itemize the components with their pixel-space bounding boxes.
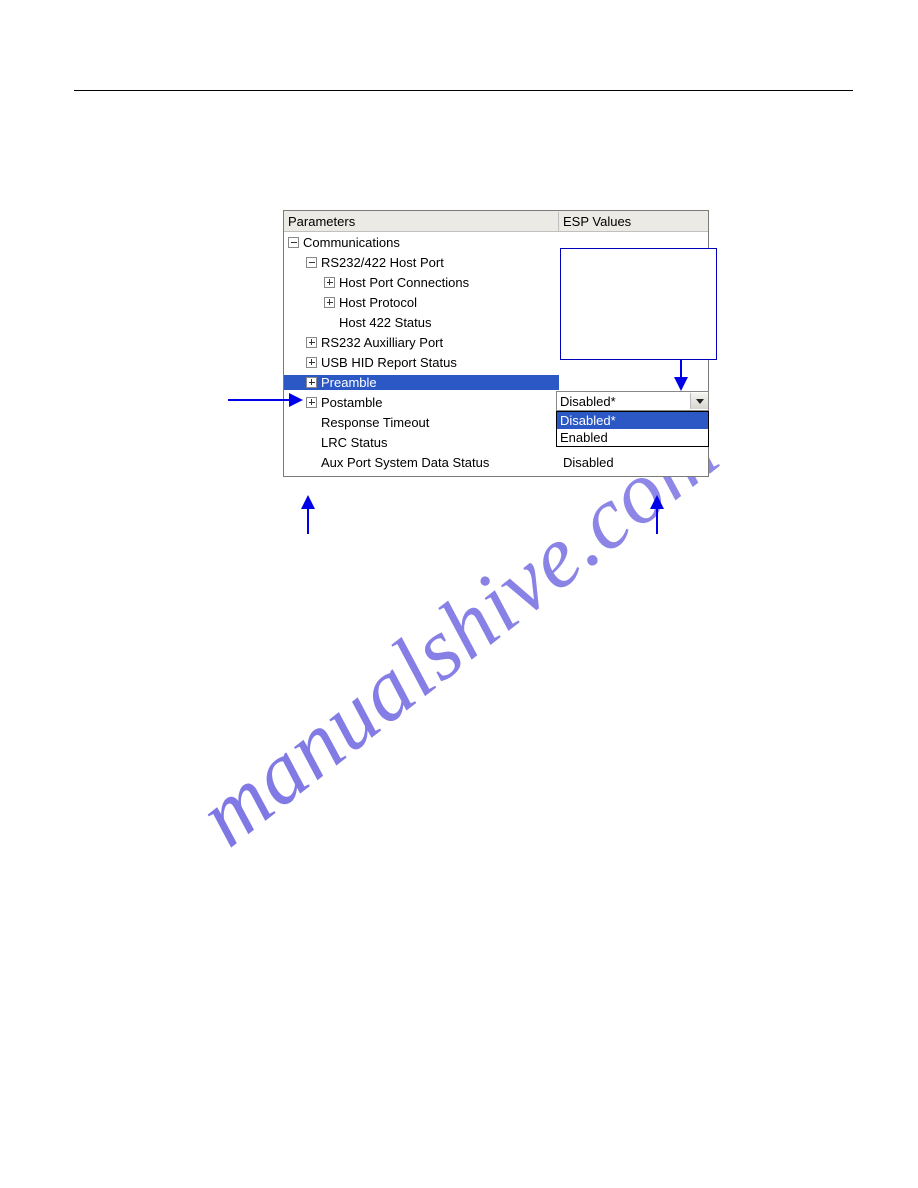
tree-node-aux-port-system-data-status[interactable]: Aux Port System Data Status Disabled	[284, 452, 708, 472]
expander-icon[interactable]	[324, 277, 335, 288]
node-label: Postamble	[321, 395, 382, 410]
page-divider	[74, 90, 853, 91]
callout-box	[560, 248, 717, 360]
dropdown-selected[interactable]: Disabled*	[556, 391, 709, 411]
dropdown-selected-label: Disabled*	[560, 394, 616, 409]
expander-icon[interactable]	[324, 297, 335, 308]
node-label: Host Protocol	[339, 295, 417, 310]
node-label: Host Port Connections	[339, 275, 469, 290]
node-label: Response Timeout	[321, 415, 429, 430]
dropdown-button[interactable]	[690, 393, 708, 409]
column-header-parameters[interactable]: Parameters	[284, 212, 559, 231]
expander-icon[interactable]	[306, 397, 317, 408]
expander-icon[interactable]	[306, 257, 317, 268]
tree-node-preamble[interactable]: Preamble	[284, 372, 708, 392]
annotation-arrow-left	[228, 399, 301, 401]
arrow-up-icon	[301, 495, 315, 509]
node-label: RS232/422 Host Port	[321, 255, 444, 270]
node-label: Preamble	[321, 375, 377, 390]
preamble-dropdown[interactable]: Disabled* Disabled* Enabled	[556, 391, 709, 447]
annotation-arrow-to-dropdown	[680, 358, 682, 389]
arrow-down-icon	[674, 377, 688, 391]
dropdown-list: Disabled* Enabled	[556, 411, 709, 447]
expander-icon[interactable]	[306, 357, 317, 368]
node-label: RS232 Auxilliary Port	[321, 335, 443, 350]
annotation-arrow-bottom-right	[656, 497, 658, 534]
annotation-arrow-bottom-left	[307, 497, 309, 534]
chevron-down-icon	[696, 399, 704, 404]
arrow-right-icon	[289, 393, 303, 407]
value-aux-port-data: Disabled	[559, 455, 708, 470]
parameters-header-row: Parameters ESP Values	[284, 211, 708, 232]
column-header-esp-values[interactable]: ESP Values	[559, 212, 708, 231]
node-label: LRC Status	[321, 435, 387, 450]
expander-icon[interactable]	[306, 337, 317, 348]
node-label: Aux Port System Data Status	[321, 455, 489, 470]
dropdown-option-enabled[interactable]: Enabled	[557, 429, 708, 446]
node-label: Communications	[303, 235, 400, 250]
expander-icon[interactable]	[288, 237, 299, 248]
node-label: Host 422 Status	[339, 315, 432, 330]
expander-icon[interactable]	[306, 377, 317, 388]
arrow-up-icon	[650, 495, 664, 509]
dropdown-option-disabled[interactable]: Disabled*	[557, 412, 708, 429]
node-label: USB HID Report Status	[321, 355, 457, 370]
